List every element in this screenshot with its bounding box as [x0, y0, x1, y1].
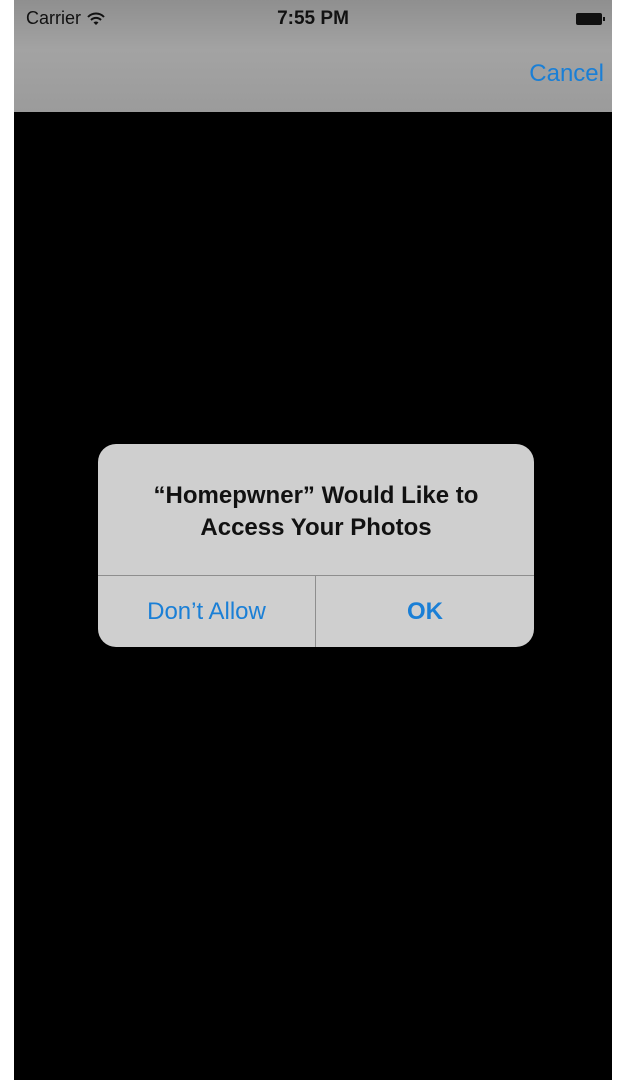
alert-title-line-1: “Homepwner” Would Like to [153, 482, 479, 509]
status-time: 7:55 PM [277, 8, 349, 29]
cancel-button[interactable]: Cancel [529, 60, 604, 88]
status-bar: Carrier 7:55 PM [14, 0, 612, 36]
photo-access-alert: “Homepwner” Would Like to Access Your Ph… [98, 444, 534, 647]
alert-title: “Homepwner” Would Like to Access Your Ph… [118, 480, 514, 544]
alert-title-line-2: Access Your Photos [200, 514, 432, 541]
navigation-bar: Cancel [14, 36, 612, 112]
ok-button[interactable]: OK [316, 576, 534, 647]
top-bar-area: Carrier 7:55 PM Cancel [14, 0, 612, 112]
phone-screen: Carrier 7:55 PM Cancel “Homepwner” Would… [14, 0, 612, 1080]
battery-icon [576, 13, 606, 25]
dont-allow-button[interactable]: Don’t Allow [98, 576, 315, 647]
